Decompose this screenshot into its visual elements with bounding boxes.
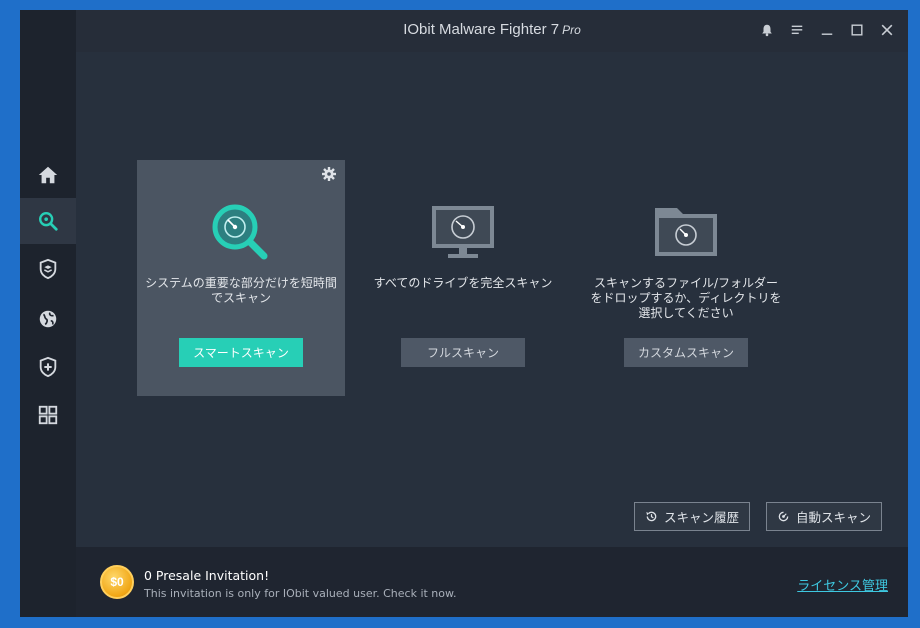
app-title-text: IObit Malware Fighter 7 <box>403 21 560 38</box>
smart-scan-description: システムの重要な部分だけを短時間でスキャン <box>145 276 337 305</box>
sidebar-item-browser[interactable] <box>20 296 76 342</box>
maximize-button[interactable] <box>842 18 872 42</box>
smart-scan-button[interactable]: スマートスキャン <box>179 338 303 367</box>
folder-icon <box>655 208 717 256</box>
license-management-link[interactable]: ライセンス管理 <box>797 575 888 594</box>
sidebar <box>20 10 76 617</box>
smart-scan-tile[interactable]: システムの重要な部分だけを短時間でスキャン スマートスキャン <box>137 160 345 396</box>
app-window: IObit Malware Fighter 7 Pro システムの重要な部分だけ… <box>20 10 908 617</box>
sidebar-item-scan[interactable] <box>20 198 76 244</box>
full-scan-button[interactable]: フルスキャン <box>401 338 525 367</box>
notifications-button[interactable] <box>752 18 782 42</box>
window-controls <box>752 18 902 42</box>
scan-panel: システムの重要な部分だけを短時間でスキャン スマートスキャン すべてのドライブを… <box>76 52 908 547</box>
promo-bar: $0 0 Presale Invitation! This invitation… <box>76 547 908 617</box>
smart-scan-graphic <box>137 200 345 266</box>
title-bar: IObit Malware Fighter 7 Pro <box>76 10 908 52</box>
minimize-button[interactable] <box>812 18 842 42</box>
full-scan-graphic <box>359 200 567 266</box>
menu-button[interactable] <box>782 18 812 42</box>
sidebar-item-tools[interactable] <box>20 392 76 438</box>
custom-scan-button[interactable]: カスタムスキャン <box>624 338 748 367</box>
scan-history-button[interactable]: スキャン履歴 <box>634 502 751 531</box>
sidebar-item-home[interactable] <box>20 152 76 198</box>
sidebar-item-protection[interactable] <box>20 246 76 292</box>
custom-scan-description: スキャンするファイル/フォルダーをドロップするか、ディレクトリを選択してください <box>590 276 782 320</box>
gear-icon[interactable] <box>321 166 337 182</box>
minimize-icon <box>821 33 833 35</box>
coin-label: $0 <box>110 575 124 589</box>
close-button[interactable] <box>872 18 902 42</box>
home-icon <box>38 166 58 184</box>
shield-plus-icon <box>39 356 57 378</box>
hamburger-menu-icon <box>791 25 803 35</box>
scan-history-label: スキャン履歴 <box>664 510 740 525</box>
close-icon <box>881 24 893 36</box>
maximize-icon <box>851 24 863 36</box>
globe-icon <box>39 310 57 328</box>
auto-scan-label: 自動スキャン <box>796 510 872 525</box>
layers-shield-icon <box>39 258 57 280</box>
custom-scan-graphic <box>582 200 790 266</box>
magnifier-radar-icon <box>212 204 268 260</box>
auto-scan-icon <box>778 511 789 522</box>
full-scan-tile[interactable]: すべてのドライブを完全スキャン フルスキャン <box>359 160 567 396</box>
bell-icon <box>762 24 772 37</box>
promo-title[interactable]: 0 Presale Invitation! <box>144 568 269 583</box>
auto-scan-button[interactable]: 自動スキャン <box>766 502 883 531</box>
search-icon <box>39 212 58 231</box>
promo-subtitle: This invitation is only for IObit valued… <box>144 587 457 600</box>
grid-icon <box>38 405 58 425</box>
full-scan-description: すべてのドライブを完全スキャン <box>373 276 553 290</box>
custom-scan-tile[interactable]: スキャンするファイル/フォルダーをドロップするか、ディレクトリを選択してください… <box>582 160 790 396</box>
coin-icon[interactable]: $0 <box>100 565 134 599</box>
monitor-icon <box>432 206 494 258</box>
edition-label: Pro <box>562 23 581 37</box>
sidebar-item-action-center[interactable] <box>20 344 76 390</box>
history-icon <box>646 511 657 522</box>
